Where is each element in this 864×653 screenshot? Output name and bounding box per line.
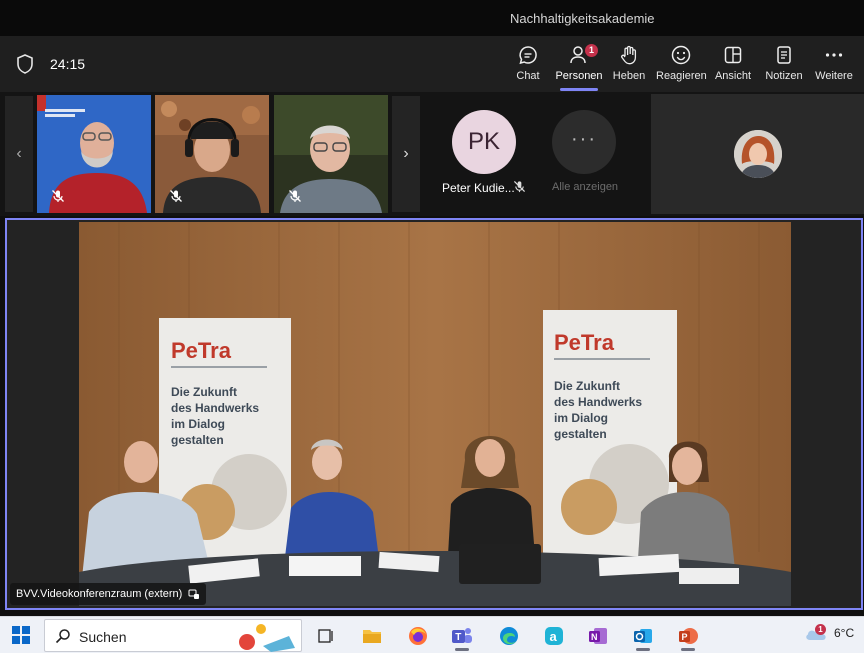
window-title: Nachhaltigkeitsakademie bbox=[510, 11, 655, 26]
participant-video-2[interactable] bbox=[155, 95, 269, 213]
svg-text:P: P bbox=[682, 632, 688, 642]
outlook-button[interactable] bbox=[627, 621, 659, 651]
room-video-image: PeTra Die Zukunft des Handwerks im Dialo… bbox=[79, 222, 791, 606]
svg-text:a: a bbox=[550, 629, 558, 644]
banner-logo-right: PeTra bbox=[554, 330, 615, 355]
show-all-button[interactable]: ··· bbox=[552, 110, 616, 174]
self-avatar bbox=[734, 130, 782, 178]
room-label: BVV.Videokonferenzraum (extern) bbox=[10, 583, 207, 605]
taskbar-search[interactable]: Suchen bbox=[44, 619, 302, 652]
reaction-icon bbox=[671, 45, 691, 65]
personen-button[interactable]: 1 Personen bbox=[554, 44, 604, 91]
search-highlight-icon bbox=[239, 624, 295, 652]
banner-logo-left: PeTra bbox=[171, 338, 232, 363]
teams-button[interactable]: T bbox=[446, 621, 478, 651]
notizen-label: Notizen bbox=[765, 70, 803, 82]
svg-text:Die Zukunft: Die Zukunft bbox=[171, 385, 237, 399]
participant-video-1[interactable] bbox=[37, 95, 151, 213]
ansicht-label: Ansicht bbox=[714, 70, 752, 82]
mic-off-icon bbox=[513, 180, 526, 193]
participant-video-3[interactable] bbox=[274, 95, 388, 213]
search-label: Suchen bbox=[79, 629, 127, 645]
weather-badge: 1 bbox=[815, 624, 826, 635]
firefox-icon bbox=[409, 627, 427, 645]
task-view-button[interactable] bbox=[310, 621, 342, 651]
windows-start-icon[interactable] bbox=[12, 626, 30, 644]
weitere-label: Weitere bbox=[815, 70, 853, 82]
meeting-toolbar: 24:15 Chat 1 Personen Heben Reagieren An… bbox=[0, 36, 864, 92]
onenote-button[interactable]: N bbox=[582, 621, 614, 651]
participant-avatar[interactable]: PK bbox=[452, 110, 516, 174]
chat-icon bbox=[519, 46, 537, 65]
more-icon bbox=[825, 53, 843, 57]
participant-name: Peter Kudie... bbox=[442, 181, 515, 195]
chat-label: Chat bbox=[516, 70, 540, 82]
edge-icon bbox=[500, 627, 518, 645]
powerpoint-button[interactable]: P bbox=[672, 621, 704, 651]
chevron-right-icon: › bbox=[403, 145, 409, 162]
weitere-button[interactable]: Weitere bbox=[809, 44, 859, 88]
shield-icon[interactable] bbox=[16, 54, 34, 74]
outlook-icon bbox=[634, 629, 652, 643]
windows-taskbar: Suchen T a N P 1 6°C bbox=[0, 616, 864, 653]
svg-text:im Dialog: im Dialog bbox=[554, 411, 608, 425]
notizen-button[interactable]: Notizen bbox=[759, 44, 809, 88]
room-label-text: BVV.Videokonferenzraum (extern) bbox=[16, 588, 183, 600]
svg-text:Die Zukunft: Die Zukunft bbox=[554, 379, 620, 393]
svg-text:im Dialog: im Dialog bbox=[171, 417, 225, 431]
task-view-icon bbox=[318, 629, 333, 643]
room-video[interactable]: PeTra Die Zukunft des Handwerks im Dialo… bbox=[79, 222, 791, 606]
folder-icon bbox=[363, 630, 381, 643]
reagieren-label: Reagieren bbox=[656, 70, 707, 82]
app-a-button[interactable]: a bbox=[538, 621, 570, 651]
teams-icon: T bbox=[452, 628, 472, 643]
gallery-prev-button[interactable]: ‹ bbox=[5, 96, 33, 212]
onenote-icon: N bbox=[589, 628, 607, 644]
svg-text:gestalten: gestalten bbox=[171, 433, 224, 447]
firefox-button[interactable] bbox=[402, 621, 434, 651]
room-device-icon bbox=[188, 589, 200, 599]
file-explorer-button[interactable] bbox=[356, 621, 388, 651]
reagieren-button[interactable]: Reagieren bbox=[656, 44, 707, 88]
show-all-label: Alle anzeigen bbox=[552, 181, 619, 193]
edge-button[interactable] bbox=[493, 621, 525, 651]
svg-text:des Handwerks: des Handwerks bbox=[171, 401, 259, 415]
svg-text:N: N bbox=[591, 632, 598, 642]
svg-text:T: T bbox=[455, 632, 461, 643]
weather-temperature: 6°C bbox=[834, 626, 855, 640]
search-icon bbox=[55, 629, 70, 644]
people-badge: 1 bbox=[585, 44, 598, 57]
mic-off-icon bbox=[170, 190, 182, 202]
app-a-icon: a bbox=[545, 627, 563, 645]
ellipsis-icon: ··· bbox=[571, 128, 597, 150]
svg-text:gestalten: gestalten bbox=[554, 427, 607, 441]
self-avatar-image bbox=[734, 130, 782, 178]
raise-hand-icon bbox=[621, 45, 637, 65]
ansicht-button[interactable]: Ansicht bbox=[708, 44, 758, 88]
title-bar: Nachhaltigkeitsakademie bbox=[0, 0, 864, 36]
meeting-timer: 24:15 bbox=[50, 56, 86, 72]
mic-off-icon bbox=[52, 190, 64, 202]
heben-label: Heben bbox=[612, 70, 646, 82]
gallery-next-button[interactable]: › bbox=[392, 96, 420, 212]
svg-text:des Handwerks: des Handwerks bbox=[554, 395, 642, 409]
view-icon bbox=[724, 46, 742, 64]
mic-off-icon bbox=[289, 190, 301, 202]
notes-icon bbox=[777, 46, 791, 64]
powerpoint-icon: P bbox=[679, 628, 698, 644]
chat-button[interactable]: Chat bbox=[503, 44, 553, 88]
chevron-left-icon: ‹ bbox=[16, 145, 22, 162]
personen-label: Personen bbox=[555, 70, 603, 82]
heben-button[interactable]: Heben bbox=[604, 44, 654, 88]
